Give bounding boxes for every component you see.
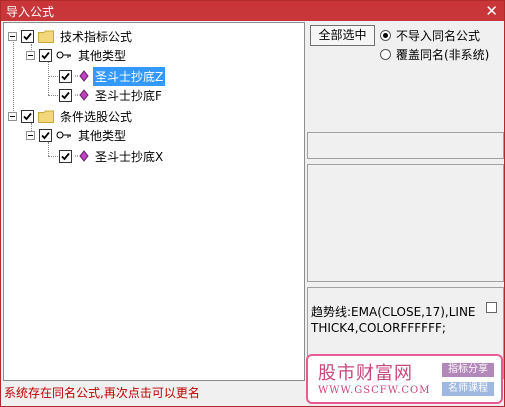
- import-formula-dialog: 导入公式 ✕ 技术指标公式 其他类型 圣斗士抄底Z 圣斗士抄底F 条件选股公式 …: [0, 0, 505, 407]
- tree-label: 其他类型: [78, 48, 127, 63]
- tree-node-formula-z[interactable]: 圣斗士抄底Z: [59, 66, 166, 86]
- tree-label: 圣斗士抄底X: [95, 149, 164, 164]
- collapse-icon[interactable]: [8, 31, 17, 41]
- status-message: 系统存在同名公式,再次点击可以更名: [4, 386, 200, 400]
- other-types-checkbox[interactable]: [39, 48, 52, 62]
- options-panel: 全部选中 不导入同名公式 覆盖同名(非系统) 趋势线:EMA(CLOSE,17)…: [307, 22, 504, 379]
- tree-line: [48, 142, 49, 156]
- formula-z-checkbox[interactable]: [59, 69, 72, 83]
- other-types-2-checkbox[interactable]: [39, 128, 52, 142]
- formula-f-checkbox[interactable]: [59, 88, 72, 102]
- technical-indicators-checkbox[interactable]: [21, 29, 34, 43]
- collapse-icon[interactable]: [26, 130, 35, 140]
- tree-node-formula-x[interactable]: 圣斗士抄底X: [59, 147, 165, 165]
- collapse-icon[interactable]: [26, 50, 35, 60]
- formula-diamond-icon: [75, 89, 89, 101]
- tree-label: 其他类型: [78, 128, 127, 143]
- tree-label: 技术指标公式: [60, 29, 133, 44]
- radio-no-import[interactable]: 不导入同名公式: [380, 27, 480, 44]
- title-bar: 导入公式 ✕: [1, 1, 504, 21]
- key-icon: [56, 131, 71, 139]
- watermark-logo: 股市财富网 WWW.GSCFW.COM 指标分享 名师课程: [306, 354, 503, 404]
- stock-screening-checkbox[interactable]: [21, 109, 34, 123]
- formula-diamond-icon: [75, 70, 89, 82]
- radio-label: 覆盖同名(非系统): [396, 48, 490, 62]
- watermark-url: WWW.GSCFW.COM: [318, 385, 431, 396]
- select-all-button[interactable]: 全部选中: [310, 25, 375, 46]
- radio-overwrite[interactable]: 覆盖同名(非系统): [380, 46, 489, 63]
- formula-preview-text: 趋势线:EMA(CLOSE,17),LINETHICK4,COLORFFFFFF…: [311, 305, 476, 335]
- folder-icon: [38, 30, 54, 43]
- tree-line: [48, 62, 49, 95]
- radio-label: 不导入同名公式: [396, 29, 481, 43]
- info-field: [307, 132, 504, 159]
- formula-diamond-icon: [75, 150, 89, 162]
- tree-node-other-types[interactable]: 其他类型: [26, 46, 128, 64]
- tree-label: 圣斗士抄底Z: [93, 66, 166, 86]
- tree-node-formula-f[interactable]: 圣斗士抄底F: [59, 86, 164, 104]
- close-icon[interactable]: ✕: [485, 1, 498, 21]
- formula-tree: 技术指标公式 其他类型 圣斗士抄底Z 圣斗士抄底F 条件选股公式 其他类型 圣斗…: [3, 22, 305, 381]
- tree-node-technical-indicators[interactable]: 技术指标公式: [8, 27, 134, 45]
- watermark-site-name: 股市财富网: [318, 363, 413, 384]
- formula-x-checkbox[interactable]: [59, 149, 72, 163]
- tree-label: 条件选股公式: [60, 109, 133, 124]
- collapse-icon[interactable]: [8, 111, 17, 121]
- preview-checkbox[interactable]: [486, 302, 497, 313]
- key-icon: [56, 51, 71, 59]
- radio-indicator[interactable]: [380, 30, 391, 41]
- watermark-tag: 指标分享: [442, 363, 494, 377]
- description-panel: [307, 164, 504, 282]
- tree-line: [13, 37, 14, 115]
- window-title: 导入公式: [6, 5, 55, 19]
- tree-node-other-types-2[interactable]: 其他类型: [26, 126, 128, 144]
- watermark-tag: 名师课程: [442, 382, 494, 396]
- radio-indicator[interactable]: [380, 49, 391, 60]
- folder-icon: [38, 110, 54, 123]
- tree-node-stock-screening[interactable]: 条件选股公式: [8, 107, 134, 125]
- tree-label: 圣斗士抄底F: [95, 88, 162, 103]
